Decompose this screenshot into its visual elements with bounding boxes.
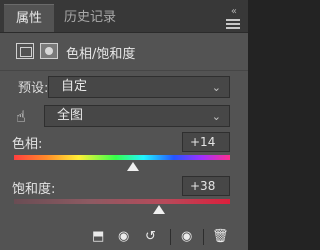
on-image-adjustment-icon[interactable]: ☝ xyxy=(16,107,26,126)
chevron-down-icon: ⌄ xyxy=(211,110,221,123)
range-row: ☝ 全图 ⌄ xyxy=(0,103,248,129)
hue-slider-track[interactable] xyxy=(14,155,230,160)
delete-icon[interactable]: 🗑 xyxy=(212,230,229,244)
collapse-icon[interactable]: « xyxy=(231,6,238,17)
saturation-slider-thumb[interactable] xyxy=(152,205,165,214)
hue-slider-thumb[interactable] xyxy=(126,162,139,171)
preset-label: 预设: xyxy=(18,81,49,96)
properties-panel: { "tabs": [ {"label": "属性"}, {"label": "… xyxy=(0,0,248,250)
tab-bar: 属性 历史记录 « xyxy=(0,0,248,33)
range-value: 全图 xyxy=(57,108,84,123)
preset-value: 自定 xyxy=(61,79,88,94)
preset-dropdown[interactable]: 自定 ⌄ xyxy=(48,76,230,98)
range-dropdown[interactable]: 全图 ⌄ xyxy=(44,105,230,127)
panel-title: 色相/饱和度 xyxy=(66,47,136,62)
tab-history[interactable]: 历史记录 xyxy=(52,4,128,32)
preset-row: 预设: 自定 ⌄ xyxy=(0,74,248,100)
hue-value-input[interactable]: +14 xyxy=(182,132,230,152)
chevron-down-icon: ⌄ xyxy=(211,81,221,94)
tab-properties[interactable]: 属性 xyxy=(4,4,55,32)
adjustment-header: 色相/饱和度 xyxy=(0,32,248,71)
panel-menu-icon[interactable] xyxy=(226,19,240,29)
hue-label: 色相: xyxy=(12,137,43,152)
adjustment-layer-icon[interactable] xyxy=(16,43,34,59)
visibility-icon[interactable]: ◉ xyxy=(181,230,192,244)
saturation-value-input[interactable]: +38 xyxy=(182,176,230,196)
reset-icon[interactable]: ↺ xyxy=(145,230,156,244)
saturation-label: 饱和度: xyxy=(12,182,56,197)
panel-footer: ⬒ ◉ ↺ ◉ 🗑 xyxy=(0,224,248,250)
view-previous-state-icon[interactable]: ◉ xyxy=(118,230,129,244)
clip-to-layer-icon[interactable]: ⬒ xyxy=(92,230,104,244)
layer-mask-icon[interactable] xyxy=(40,43,58,59)
saturation-slider-track[interactable] xyxy=(14,199,230,204)
